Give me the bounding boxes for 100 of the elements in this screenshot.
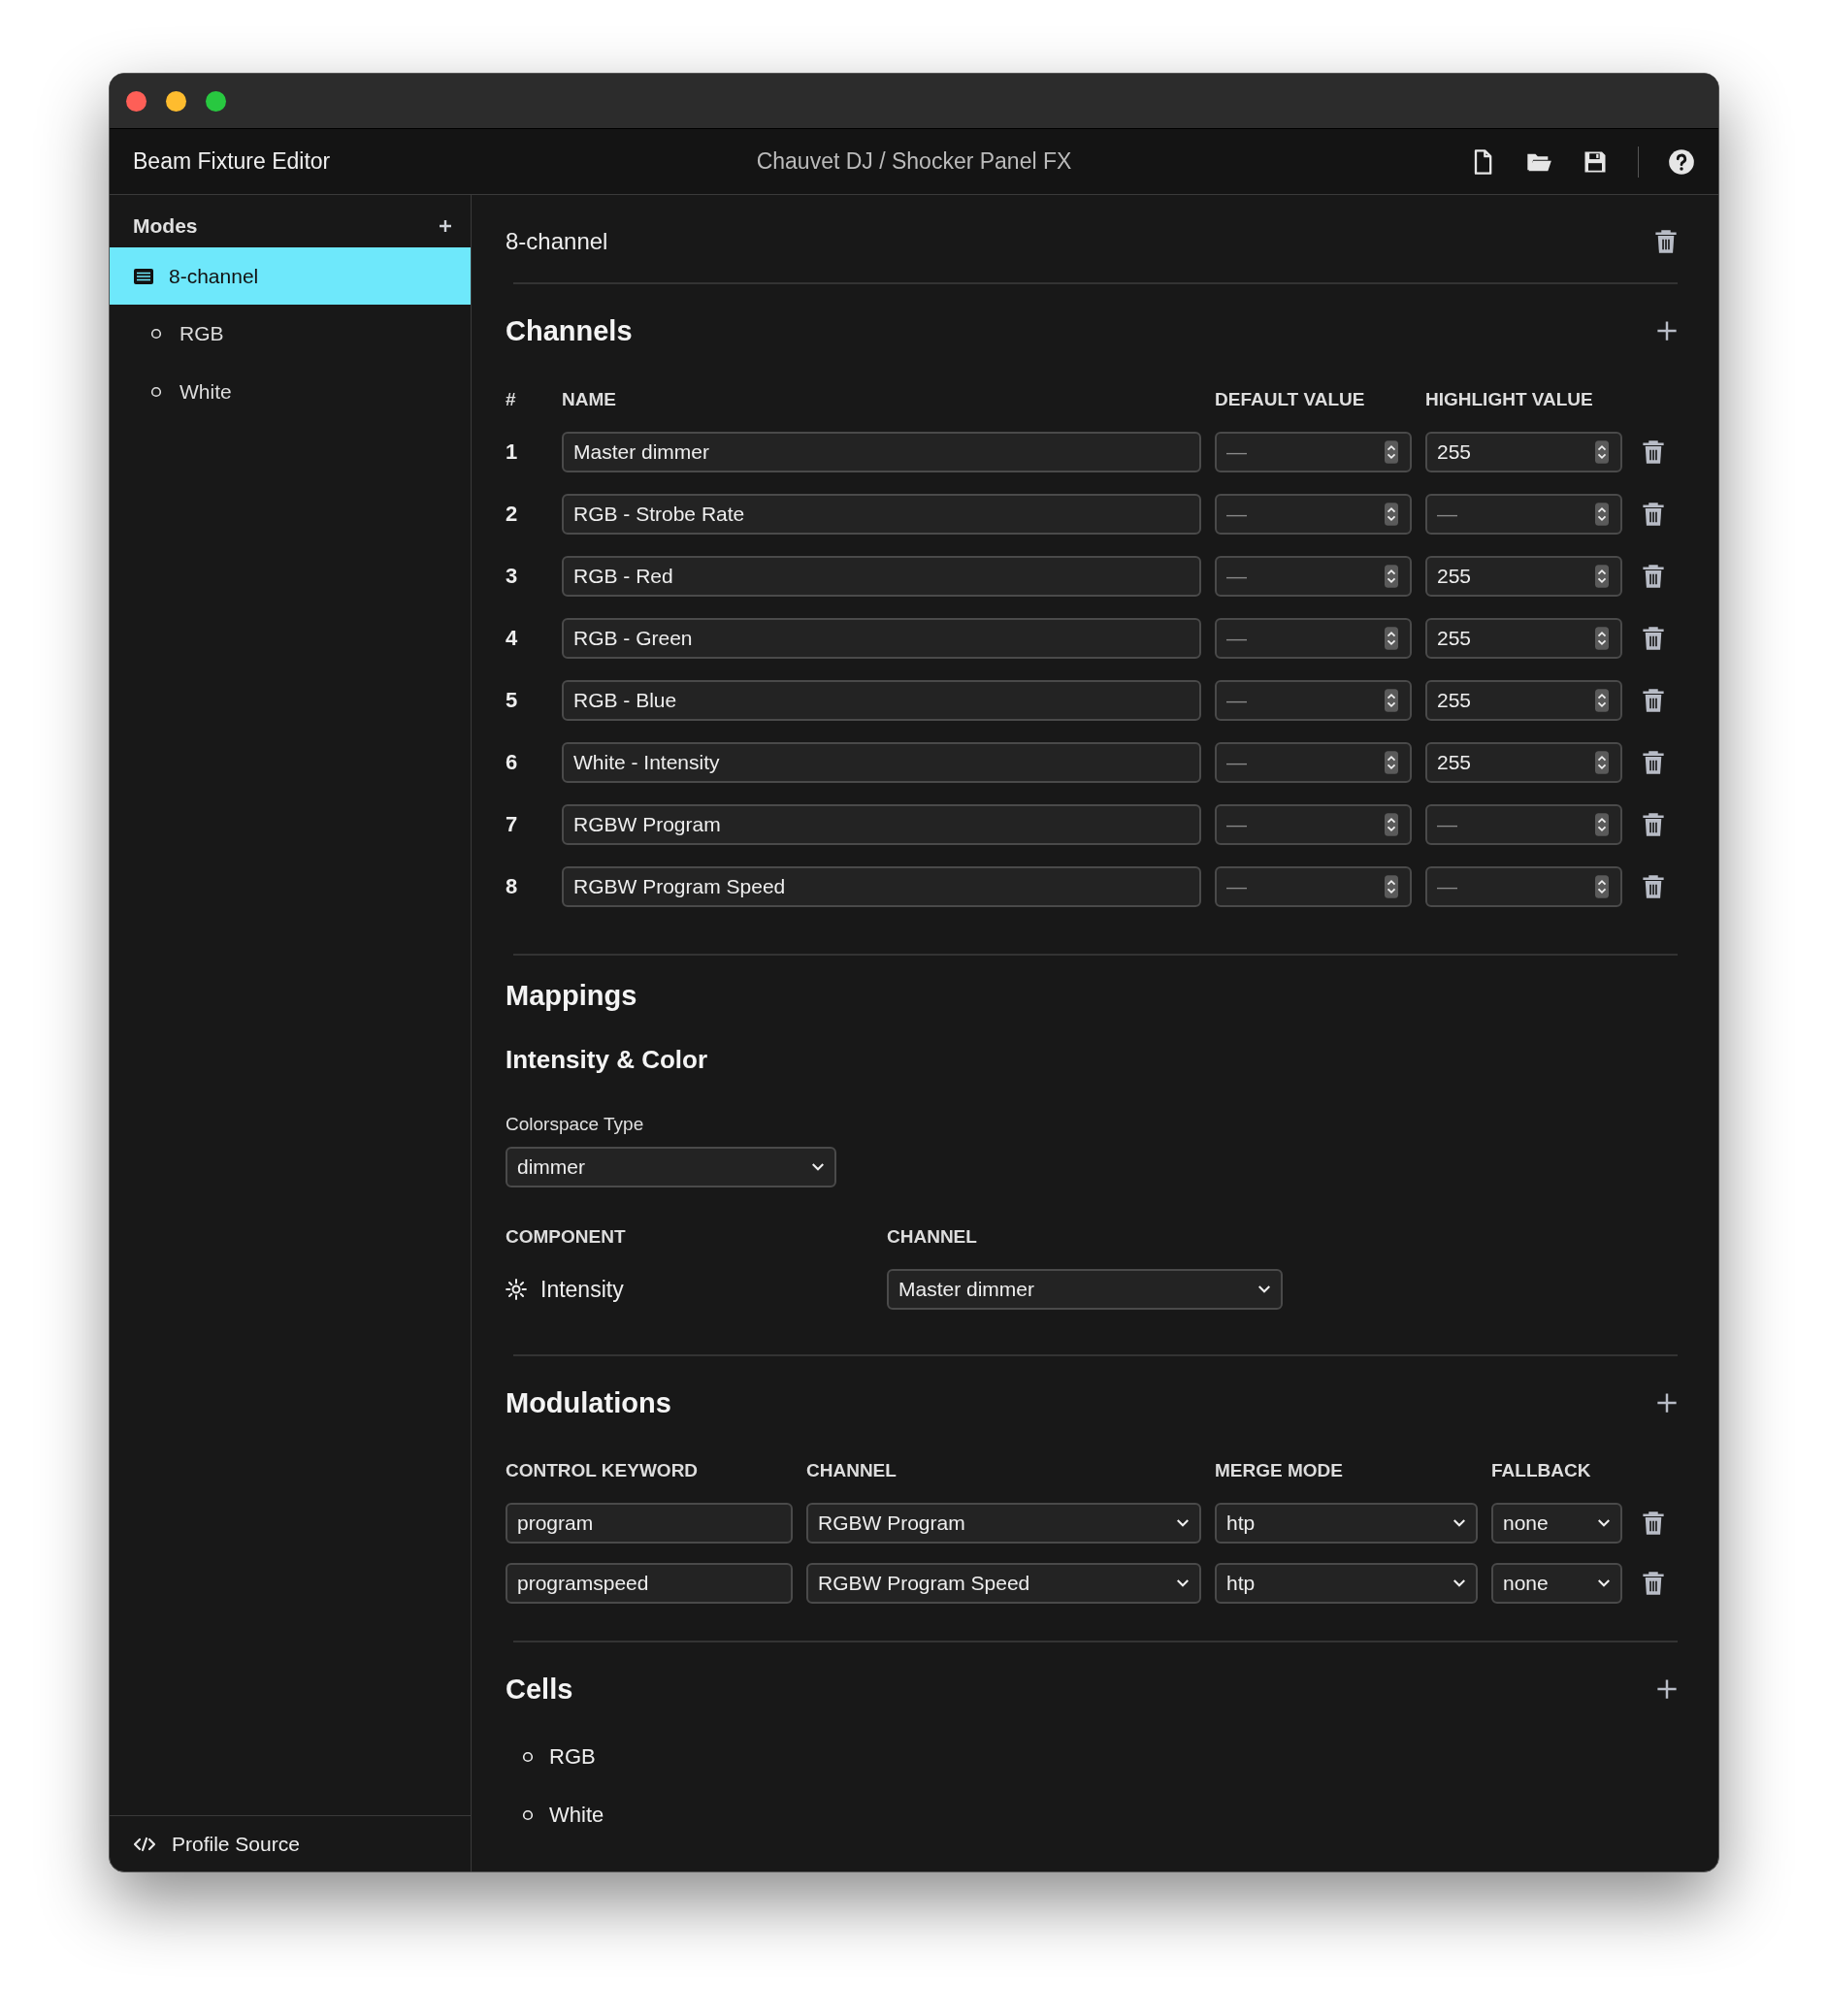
circle-icon — [522, 1751, 534, 1763]
keyword-field[interactable]: programspeed — [506, 1563, 793, 1604]
stepper-icon — [1595, 440, 1609, 464]
app-title: Beam Fixture Editor — [133, 148, 331, 175]
stepper-icon — [1595, 565, 1609, 588]
fallback-dropdown[interactable]: none — [1491, 1503, 1622, 1544]
keyword-field[interactable]: program — [506, 1503, 793, 1544]
close-button[interactable] — [126, 90, 147, 112]
default-value-field[interactable]: — — [1215, 494, 1412, 535]
cell-label: White — [549, 1803, 604, 1828]
mode-item[interactable]: 8-channel — [110, 247, 471, 305]
stepper-icon — [1385, 503, 1398, 526]
channel-number: 1 — [506, 439, 519, 465]
zoom-button[interactable] — [206, 90, 226, 112]
modulations-heading: Modulations — [506, 1385, 671, 1420]
chevron-icon — [811, 1162, 825, 1172]
sun-icon — [506, 1279, 527, 1300]
highlight-value-field[interactable]: 255 — [1425, 556, 1622, 597]
circle-icon — [522, 1809, 534, 1821]
trash-icon[interactable] — [1654, 229, 1678, 254]
stepper-icon — [1595, 689, 1609, 712]
minimize-button[interactable] — [166, 90, 186, 112]
trash-icon[interactable] — [1642, 812, 1665, 837]
highlight-value-field[interactable]: — — [1425, 866, 1622, 907]
channel-name-field[interactable]: RGB - Strobe Rate — [562, 494, 1201, 535]
channel-number: 6 — [506, 750, 519, 775]
stepper-icon — [1385, 751, 1398, 774]
default-value-field[interactable]: — — [1215, 866, 1412, 907]
column-header: COMPONENT — [506, 1226, 627, 1248]
trash-icon[interactable] — [1642, 502, 1665, 527]
trash-icon[interactable] — [1642, 1511, 1665, 1536]
add-icon[interactable] — [1656, 320, 1678, 341]
cell-item[interactable]: White — [110, 363, 471, 421]
highlight-value-field[interactable]: 255 — [1425, 742, 1622, 783]
default-value-field[interactable]: — — [1215, 742, 1412, 783]
trash-icon[interactable] — [1642, 626, 1665, 651]
fallback-dropdown[interactable]: none — [1491, 1563, 1622, 1604]
channel-number: 8 — [506, 874, 519, 899]
highlight-value-field[interactable]: 255 — [1425, 680, 1622, 721]
column-header: FALLBACK — [1491, 1460, 1592, 1481]
channel-name-field[interactable]: RGB - Red — [562, 556, 1201, 597]
stepper-icon — [1595, 503, 1609, 526]
column-header: DEFAULT VALUE — [1215, 389, 1366, 410]
cell-item[interactable]: RGB — [110, 305, 471, 363]
chevron-icon — [1176, 1518, 1190, 1528]
modes-heading: Modes — [133, 214, 198, 238]
add-icon[interactable] — [1656, 1392, 1678, 1414]
merge-mode-dropdown[interactable]: htp — [1215, 1503, 1478, 1544]
channel-dropdown[interactable]: RGBW Program Speed — [806, 1563, 1201, 1604]
channel-dropdown[interactable]: Master dimmer — [887, 1269, 1283, 1310]
colorspace-dropdown[interactable]: dimmer — [506, 1147, 836, 1187]
highlight-value-field[interactable]: 255 — [1425, 618, 1622, 659]
channels-heading: Channels — [506, 313, 633, 348]
chevron-icon — [1597, 1518, 1611, 1528]
mappings-heading: Mappings — [506, 978, 638, 1013]
channel-name-field[interactable]: RGBW Program Speed — [562, 866, 1201, 907]
default-value-field[interactable]: — — [1215, 432, 1412, 472]
stepper-icon — [1595, 875, 1609, 898]
profile-source-link[interactable]: Profile Source — [110, 1815, 471, 1871]
column-header: # — [506, 389, 517, 410]
colorspace-label: Colorspace Type — [506, 1114, 645, 1135]
merge-mode-dropdown[interactable]: htp — [1215, 1563, 1478, 1604]
trash-icon[interactable] — [1642, 439, 1665, 465]
intensity-color-heading: Intensity & Color — [506, 1045, 708, 1075]
stepper-icon — [1385, 627, 1398, 650]
channel-number: 3 — [506, 564, 519, 589]
add-icon[interactable] — [438, 218, 453, 234]
trash-icon[interactable] — [1642, 750, 1665, 775]
highlight-value-field[interactable]: — — [1425, 494, 1622, 535]
cell-label: RGB — [549, 1744, 596, 1770]
trash-icon[interactable] — [1642, 688, 1665, 713]
default-value-field[interactable]: — — [1215, 680, 1412, 721]
trash-icon[interactable] — [1642, 564, 1665, 589]
stepper-icon — [1595, 627, 1609, 650]
help-icon[interactable] — [1668, 147, 1695, 176]
channel-name-field[interactable]: White - Intensity — [562, 742, 1201, 783]
list-icon — [134, 268, 153, 284]
mode-title: 8-channel — [506, 228, 608, 255]
channel-name-field[interactable]: RGBW Program — [562, 804, 1201, 845]
stepper-icon — [1385, 875, 1398, 898]
default-value-field[interactable]: — — [1215, 556, 1412, 597]
channel-name-field[interactable]: RGB - Green — [562, 618, 1201, 659]
column-header: MERGE MODE — [1215, 1460, 1344, 1481]
channel-name-field[interactable]: RGB - Blue — [562, 680, 1201, 721]
add-icon[interactable] — [1656, 1678, 1678, 1700]
column-header: CHANNEL — [806, 1460, 898, 1481]
default-value-field[interactable]: — — [1215, 618, 1412, 659]
chevron-icon — [1176, 1578, 1190, 1588]
default-value-field[interactable]: — — [1215, 804, 1412, 845]
channel-dropdown[interactable]: RGBW Program — [806, 1503, 1201, 1544]
code-icon — [133, 1836, 156, 1852]
channel-name-field[interactable]: Master dimmer — [562, 432, 1201, 472]
highlight-value-field[interactable]: 255 — [1425, 432, 1622, 472]
channel-number: 5 — [506, 688, 519, 713]
column-header: CONTROL KEYWORD — [506, 1460, 700, 1481]
highlight-value-field[interactable]: — — [1425, 804, 1622, 845]
trash-icon[interactable] — [1642, 874, 1665, 899]
column-header: HIGHLIGHT VALUE — [1425, 389, 1594, 410]
trash-icon[interactable] — [1642, 1571, 1665, 1596]
stepper-icon — [1385, 689, 1398, 712]
